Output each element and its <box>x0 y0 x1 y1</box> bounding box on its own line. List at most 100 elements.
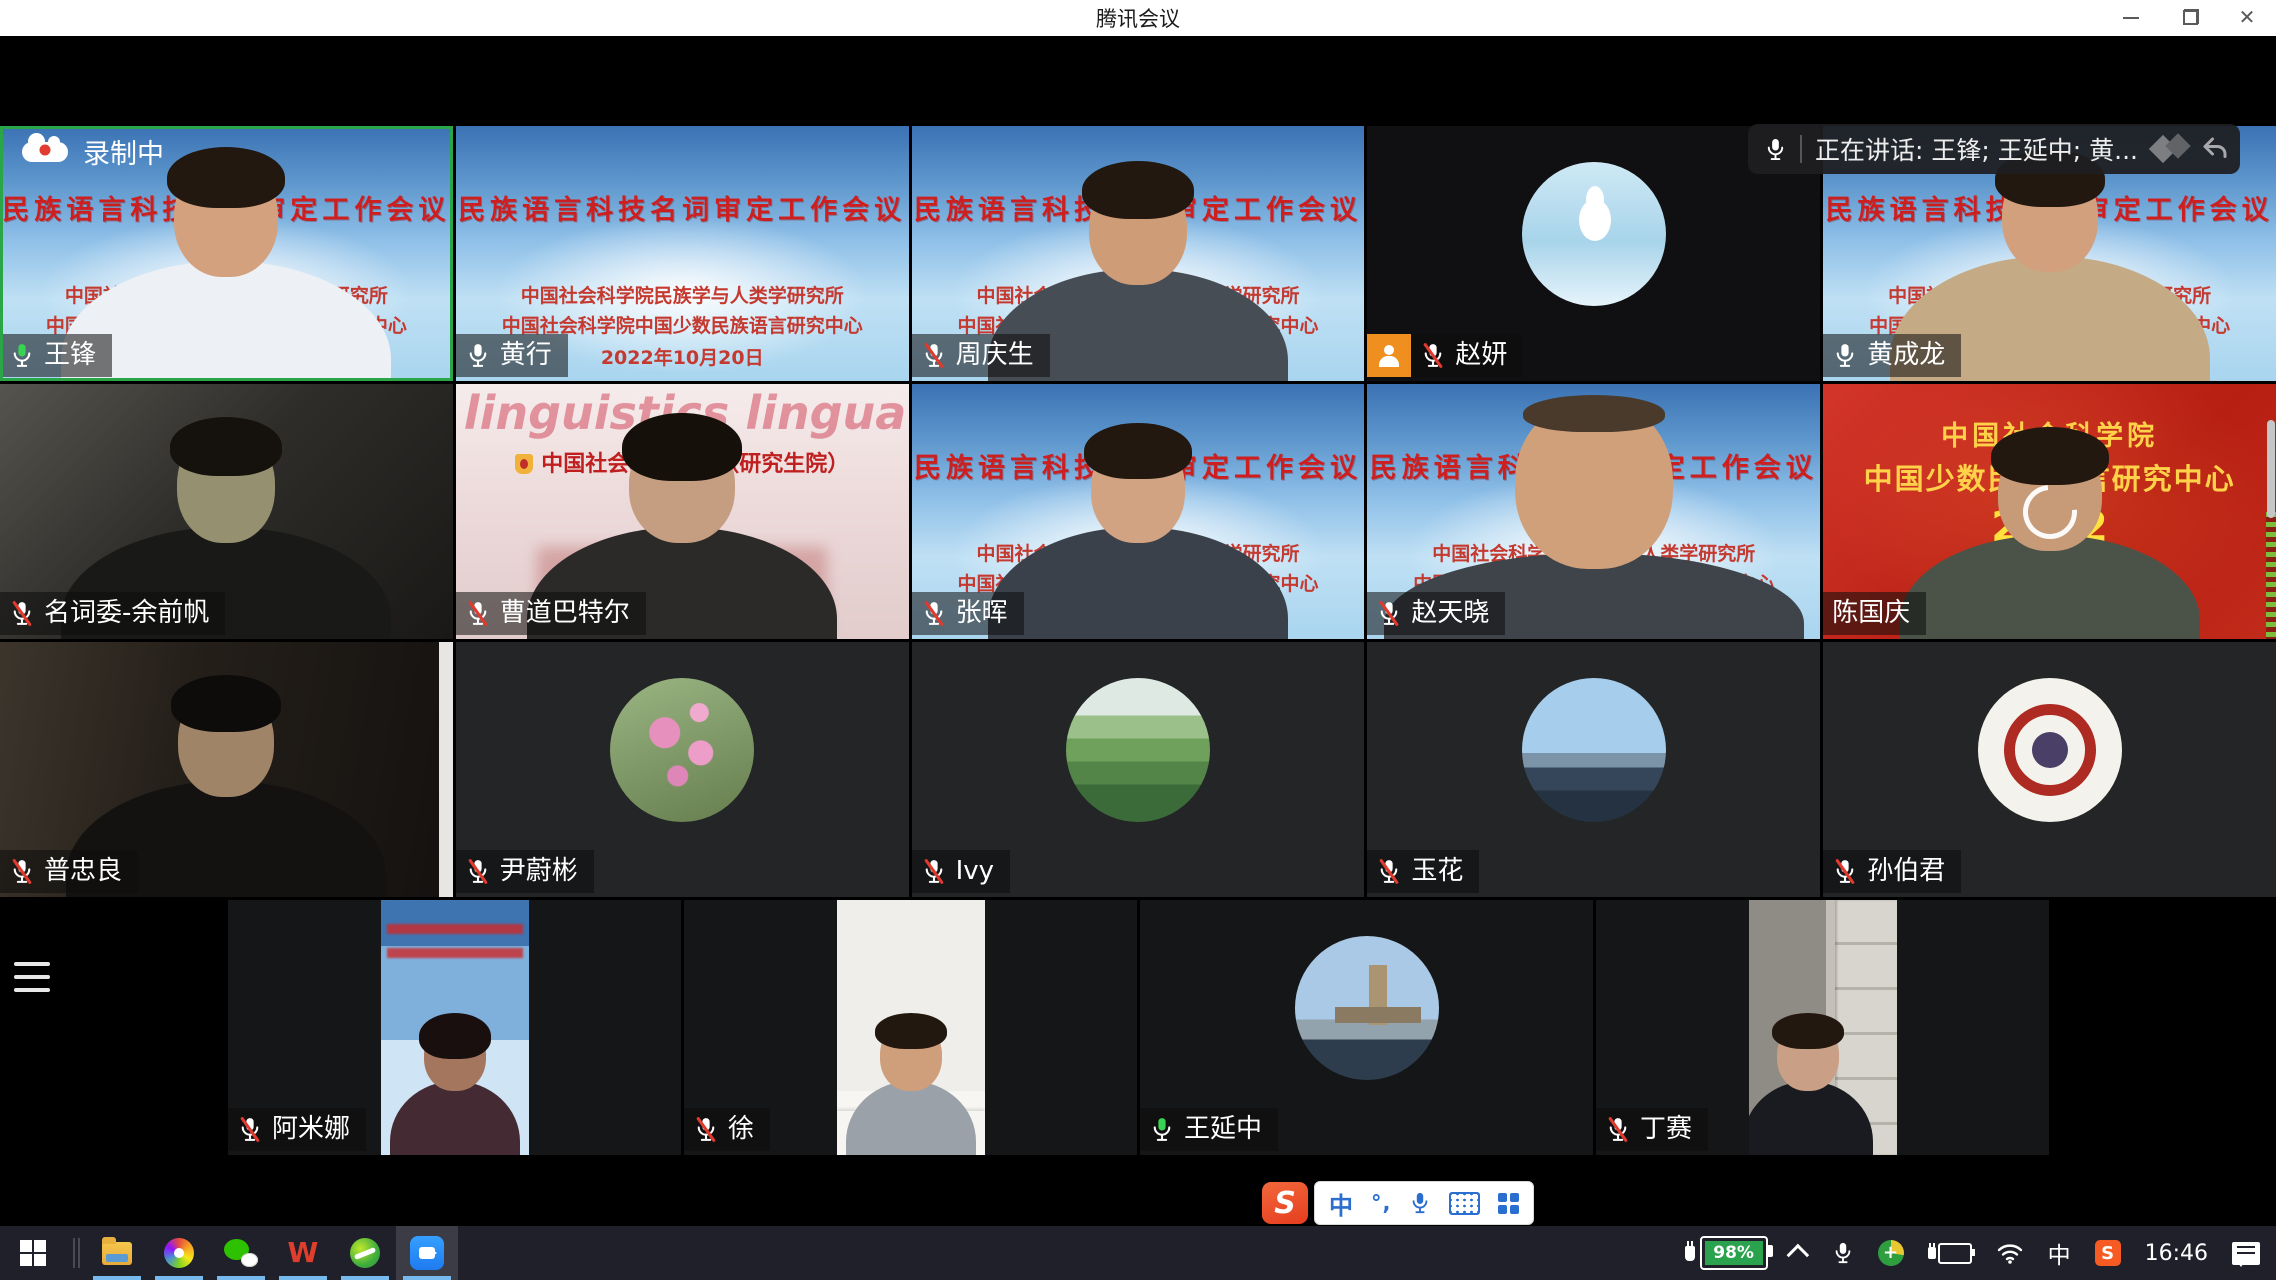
video-tile-caodaobateer[interactable]: linguistics lingua langue language 中国社会科… <box>456 384 909 639</box>
member-badge-icon <box>1367 334 1411 377</box>
participant-name: 周庆生 <box>956 339 1034 372</box>
chevron-up-icon <box>1786 1244 1809 1267</box>
input-language-indicator[interactable]: 中 <box>2048 1236 2071 1270</box>
minimize-button[interactable] <box>2102 0 2160 36</box>
participant-list-icon[interactable] <box>14 962 50 992</box>
start-button[interactable] <box>0 1226 66 1280</box>
tray-network[interactable] <box>1996 1241 2024 1265</box>
nameplate: 王锋 <box>0 334 112 377</box>
video-tile-dingsai[interactable]: 丁赛 <box>1596 900 2049 1155</box>
tray-microphone[interactable] <box>1832 1241 1854 1265</box>
nameplate: 王延中 <box>1140 1108 1278 1151</box>
sogou-logo[interactable]: S <box>1262 1182 1308 1224</box>
mic-muted-icon <box>921 858 947 885</box>
green-browser-icon <box>350 1238 380 1268</box>
tray-security-app[interactable]: + <box>1878 1240 1904 1266</box>
mic-speaking-icon <box>1149 1116 1175 1143</box>
video-tile-puzhongliang[interactable]: 普忠良 <box>0 642 453 897</box>
wps-icon: W <box>288 1239 319 1267</box>
sogou-toolbar: 中 °, <box>1314 1181 1534 1225</box>
mic-muted-icon <box>9 600 35 627</box>
taskbar-tencent-meeting[interactable] <box>396 1226 458 1280</box>
backdrop-deco-text: linguistics lingua langue language <box>464 386 909 440</box>
portrait-video <box>1749 900 1897 1155</box>
nameplate: Ivy <box>912 850 1010 893</box>
voice-input-icon[interactable] <box>1409 1191 1431 1215</box>
speaking-indicator[interactable]: 正在讲话: 王锋; 王延中; 黄... <box>1748 124 2240 174</box>
battery-status[interactable]: 98% <box>1685 1236 1768 1270</box>
participant-name: 曹道巴特尔 <box>500 597 630 630</box>
battery-outline-icon <box>1938 1243 1972 1264</box>
notification-center[interactable] <box>2232 1242 2260 1265</box>
participant-silhouette <box>390 1021 520 1155</box>
tray-overflow-chevron[interactable] <box>1792 1245 1808 1261</box>
nameplate: 尹蔚彬 <box>456 850 594 893</box>
video-tile-yuhua[interactable]: 玉花 <box>1367 642 1820 897</box>
mic-muted-icon <box>465 600 491 627</box>
participant-name: 阿米娜 <box>272 1113 350 1146</box>
video-tile-yuqianfan[interactable]: 名词委-余前帆 <box>0 384 453 639</box>
mic-muted-icon <box>465 858 491 885</box>
divider <box>1800 135 1802 163</box>
nameplate: 孙伯君 <box>1823 850 1961 893</box>
meeting-camera-icon <box>410 1236 444 1270</box>
restore-button[interactable] <box>2160 0 2218 36</box>
video-tile-zhanghui[interactable]: 民族语言科技名词审定工作会议 中国社会科学院民族学与人类学研究所 中国社会科学院… <box>912 384 1365 639</box>
nameplate: 黄成龙 <box>1823 334 1961 377</box>
avatar <box>610 678 754 822</box>
taskbar-wps[interactable]: W <box>272 1226 334 1280</box>
portrait-video <box>381 900 529 1155</box>
red-slide-line1: 中国社会科学院 <box>1823 414 2276 453</box>
view-layout-icon[interactable] <box>2151 133 2187 165</box>
nameplate: 周庆生 <box>912 334 1050 377</box>
avatar <box>1978 678 2122 822</box>
nameplate: 丁赛 <box>1596 1108 1708 1151</box>
participant-silhouette <box>988 435 1288 639</box>
scrollbar-thumb[interactable] <box>2267 420 2275 518</box>
punctuation-toggle[interactable]: °, <box>1371 1191 1391 1215</box>
tray-sogou[interactable]: S <box>2095 1240 2121 1266</box>
close-icon: ✕ <box>2239 8 2256 28</box>
video-tile-huangxing[interactable]: 民族语言科技名词审定工作会议 中国社会科学院民族学与人类学研究所 中国社会科学院… <box>456 126 909 381</box>
mic-on-icon <box>1832 342 1858 369</box>
video-tile-yinweibin[interactable]: 尹蔚彬 <box>456 642 909 897</box>
participant-name: Ivy <box>956 855 994 888</box>
input-mode-toggle[interactable]: 中 <box>1329 1186 1353 1221</box>
video-tile-wangyanzhong[interactable]: 王延中 <box>1140 900 1593 1155</box>
recording-indicator: 录制中 <box>22 132 164 171</box>
slide-org1: 中国社会科学院民族学与人类学研究所 <box>0 281 453 311</box>
system-tray: 98% + 中 S 16:46 <box>1685 1226 2276 1280</box>
video-tile-zhouqingsheng[interactable]: 民族语言科技名词审定工作会议 中国社会科学院民族学与人类学研究所 中国社会科学院… <box>912 126 1365 381</box>
avatar <box>1295 936 1439 1080</box>
mic-on-icon <box>465 342 491 369</box>
mic-muted-icon <box>921 600 947 627</box>
mic-muted-icon <box>9 858 35 885</box>
nameplate: 黄行 <box>456 334 568 377</box>
tray-power[interactable] <box>1928 1243 1972 1264</box>
sogou-input-bar: S 中 °, <box>1262 1182 1534 1224</box>
video-tile-amina[interactable]: 阿米娜 <box>228 900 681 1155</box>
mic-muted-icon <box>1420 342 1446 369</box>
nameplate: 赵妍 <box>1367 334 1523 377</box>
video-tile-ivy[interactable]: Ivy <box>912 642 1365 897</box>
video-tile-zhaotianxiao[interactable]: 民族语言科技名词审定工作会议 中国社会科学院民族学与人类学研究所 中国社会科学院… <box>1367 384 1820 639</box>
video-tile-sunbojun[interactable]: 孙伯君 <box>1823 642 2276 897</box>
folder-icon <box>102 1242 132 1265</box>
window-title: 腾讯会议 <box>0 3 2276 33</box>
taskbar-green-browser[interactable] <box>334 1226 396 1280</box>
video-tile-xu[interactable]: 徐 <box>684 900 1137 1155</box>
wechat-icon <box>224 1239 258 1267</box>
back-arrow-icon[interactable] <box>2200 134 2230 164</box>
close-button[interactable]: ✕ <box>2218 0 2276 36</box>
window-controls: ✕ <box>2102 0 2276 36</box>
mic-muted-icon <box>237 1116 263 1143</box>
participant-name: 赵天晓 <box>1411 597 1489 630</box>
video-tile-chenguoqing[interactable]: 中国社会科学院 中国少数民族语言研究中心 2022 陈国庆 <box>1823 384 2276 639</box>
clock[interactable]: 16:46 <box>2145 1241 2208 1266</box>
taskbar-browser[interactable] <box>148 1226 210 1280</box>
taskbar-wechat[interactable] <box>210 1226 272 1280</box>
taskbar-file-explorer[interactable] <box>86 1226 148 1280</box>
participant-name: 赵妍 <box>1455 339 1507 372</box>
soft-keyboard-icon[interactable] <box>1449 1192 1480 1215</box>
sogou-menu-icon[interactable] <box>1498 1193 1519 1214</box>
